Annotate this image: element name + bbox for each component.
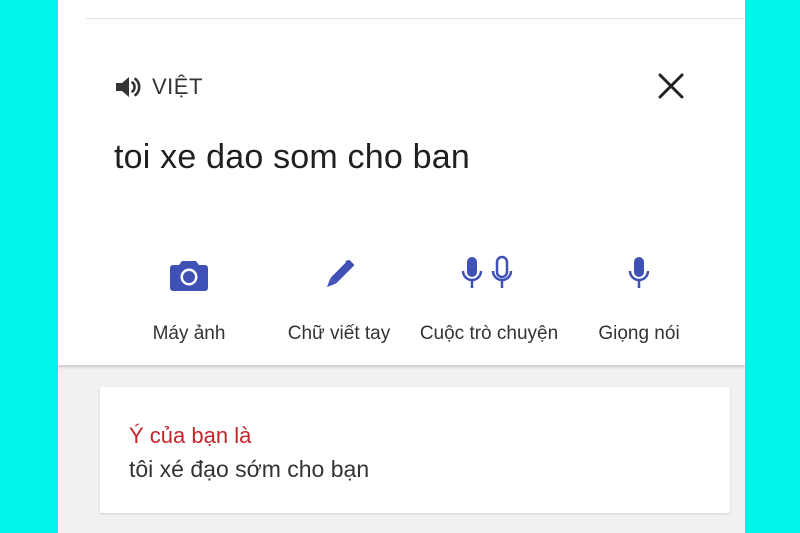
source-language[interactable]: VIỆT	[114, 72, 203, 102]
double-mic-icon	[461, 255, 513, 288]
translate-screen: VIỆT toi xe dao som cho ban Máy ảnh Chữ …	[58, 0, 745, 533]
close-icon[interactable]	[658, 73, 684, 99]
camera-button[interactable]: Máy ảnh	[114, 252, 264, 352]
tool-label-conversation: Cuộc trò chuyện	[419, 323, 559, 344]
suggestion-text[interactable]: tôi xé đạo sớm cho bạn	[129, 456, 369, 483]
suggestion-card[interactable]: Ý của bạn là tôi xé đạo sớm cho bạn	[100, 387, 730, 513]
camera-icon	[170, 261, 208, 291]
tool-label-voice: Giọng nói	[598, 323, 680, 344]
language-label: VIỆT	[152, 74, 203, 99]
conversation-button[interactable]: Cuộc trò chuyện	[414, 252, 564, 352]
handwriting-button[interactable]: Chữ viết tay	[264, 252, 414, 352]
input-text[interactable]: toi xe dao som cho ban	[114, 138, 470, 177]
tool-label-handwriting: Chữ viết tay	[287, 323, 391, 344]
divider	[86, 18, 745, 19]
voice-button[interactable]: Giọng nói	[564, 252, 714, 352]
mic-icon	[628, 257, 650, 288]
suggestion-heading: Ý của bạn là	[129, 423, 252, 448]
input-card: VIỆT toi xe dao som cho ban Máy ảnh Chữ …	[58, 0, 745, 365]
speaker-icon[interactable]	[114, 74, 144, 100]
close-button[interactable]	[655, 70, 687, 102]
pen-icon	[326, 259, 355, 288]
tool-label-camera: Máy ảnh	[152, 323, 226, 344]
input-tools: Máy ảnh Chữ viết tay Cuộc trò chuyện Giọ…	[114, 252, 714, 352]
